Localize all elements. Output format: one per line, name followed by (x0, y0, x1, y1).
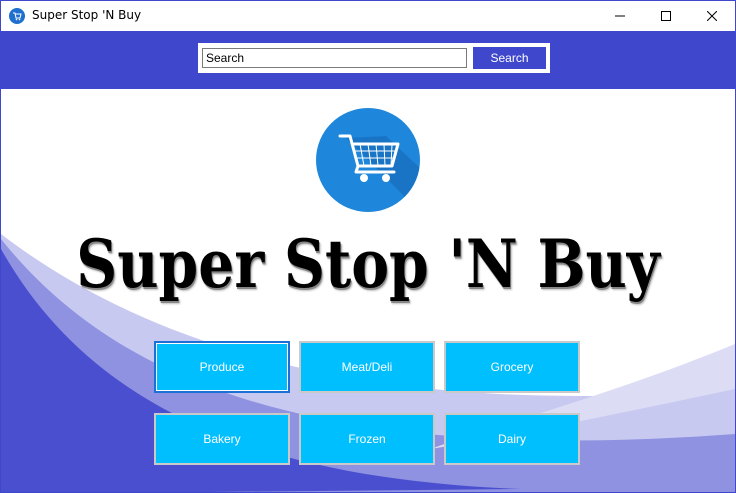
cart-icon (9, 8, 25, 24)
title-bar[interactable]: Super Stop 'N Buy (1, 1, 735, 31)
category-button-meat-deli[interactable]: Meat/Deli (299, 341, 435, 393)
category-button-grocery[interactable]: Grocery (444, 341, 580, 393)
category-button-bakery[interactable]: Bakery (154, 413, 290, 465)
minimize-icon (615, 15, 625, 17)
search-button[interactable]: Search (473, 47, 546, 69)
close-button[interactable] (689, 1, 735, 31)
shopping-cart-icon (316, 108, 420, 212)
maximize-button[interactable] (643, 1, 689, 31)
close-icon (707, 11, 717, 21)
category-button-frozen[interactable]: Frozen (299, 413, 435, 465)
maximize-icon (661, 11, 671, 21)
header-band: Search (1, 31, 735, 89)
category-button-dairy[interactable]: Dairy (444, 413, 580, 465)
window-title: Super Stop 'N Buy (32, 8, 142, 22)
category-button-produce[interactable]: Produce (154, 341, 290, 393)
brand-title: Super Stop 'N Buy (76, 225, 660, 303)
app-window: Super Stop 'N Buy Search Search Super St… (0, 0, 736, 493)
search-bar: Search (198, 43, 550, 73)
minimize-button[interactable] (597, 1, 643, 31)
search-input[interactable] (202, 48, 467, 68)
